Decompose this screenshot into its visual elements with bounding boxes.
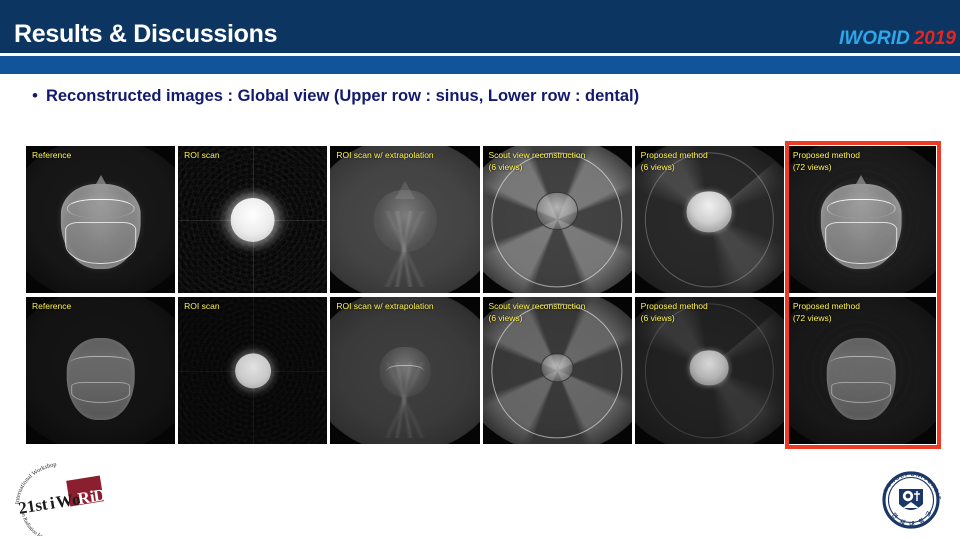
panel-label: Proposed method (6 views) bbox=[640, 150, 708, 172]
ct-image-dental-reference bbox=[26, 297, 176, 444]
cell-sinus-reference[interactable]: Reference bbox=[26, 146, 176, 293]
cell-dental-proposed-72views[interactable]: Proposed method (72 views) bbox=[786, 297, 936, 444]
panel-label: ROI scan w/ extrapolation bbox=[336, 301, 434, 311]
svg-text:연 세 대 학 교: 연 세 대 학 교 bbox=[890, 508, 934, 528]
cell-sinus-scout-view[interactable]: Scout view reconstruction (6 views) bbox=[482, 146, 632, 293]
panel-label: Scout view reconstruction (6 views) bbox=[488, 301, 586, 323]
cell-sinus-proposed-72views[interactable]: Proposed method (72 views) bbox=[786, 146, 936, 293]
cell-dental-roi-extrapolation[interactable]: ROI scan w/ extrapolation bbox=[330, 297, 480, 444]
svg-text:21st: 21st bbox=[17, 494, 49, 517]
panel-label: Proposed method (72 views) bbox=[792, 150, 860, 172]
conference-name: IWORID bbox=[839, 28, 910, 49]
page-title: Results & Discussions bbox=[14, 20, 278, 48]
cell-sinus-roi-scan[interactable]: ROI scan bbox=[178, 146, 328, 293]
panel-label: Reference bbox=[32, 301, 72, 311]
bullet-text: Reconstructed images : Global view (Uppe… bbox=[45, 87, 640, 105]
cell-dental-proposed-6views[interactable]: Proposed method (6 views) bbox=[634, 297, 784, 444]
cell-dental-reference[interactable]: Reference bbox=[26, 297, 176, 444]
ct-image-dental-roi-scan bbox=[178, 297, 328, 444]
slide: Results & Discussions IWORID 2019 • Recon… bbox=[0, 0, 960, 540]
panel-label: Proposed method (72 views) bbox=[792, 301, 860, 323]
panel-label: ROI scan bbox=[184, 150, 220, 160]
bullet-line: • Reconstructed images : Global view (Up… bbox=[32, 85, 932, 107]
panel-label: Scout view reconstruction (6 views) bbox=[488, 150, 586, 172]
cell-sinus-roi-extrapolation[interactable]: ROI scan w/ extrapolation bbox=[330, 146, 480, 293]
iworid-logo: International Workshop on Radiation Imag… bbox=[4, 461, 124, 540]
cell-sinus-proposed-6views[interactable]: Proposed method (6 views) bbox=[634, 146, 784, 293]
conference-logo: IWORID 2019 bbox=[839, 28, 956, 50]
svg-text:D: D bbox=[92, 485, 107, 506]
header-blue-band bbox=[0, 56, 960, 74]
panel-label: ROI scan w/ extrapolation bbox=[336, 150, 434, 160]
reconstruction-image-grid: Reference ROI scan ROI scan w/ extrapola… bbox=[26, 146, 936, 444]
bullet-marker: • bbox=[32, 86, 38, 105]
ct-image-dental-roi-extrapolation bbox=[330, 297, 480, 444]
cell-dental-scout-view[interactable]: Scout view reconstruction (6 views) bbox=[482, 297, 632, 444]
conference-year: 2019 bbox=[913, 28, 956, 49]
panel-label: Reference bbox=[32, 150, 72, 160]
ct-image-sinus-roi-extrapolation bbox=[330, 146, 480, 293]
panel-label: Proposed method (6 views) bbox=[640, 301, 708, 323]
yonsei-university-logo: YONSEI UNIVERSITY 연 세 대 학 교 bbox=[870, 458, 950, 536]
panel-label: ROI scan bbox=[184, 301, 220, 311]
ct-image-sinus-reference bbox=[26, 146, 176, 293]
cell-dental-roi-scan[interactable]: ROI scan bbox=[178, 297, 328, 444]
ct-image-sinus-roi-scan bbox=[178, 146, 328, 293]
